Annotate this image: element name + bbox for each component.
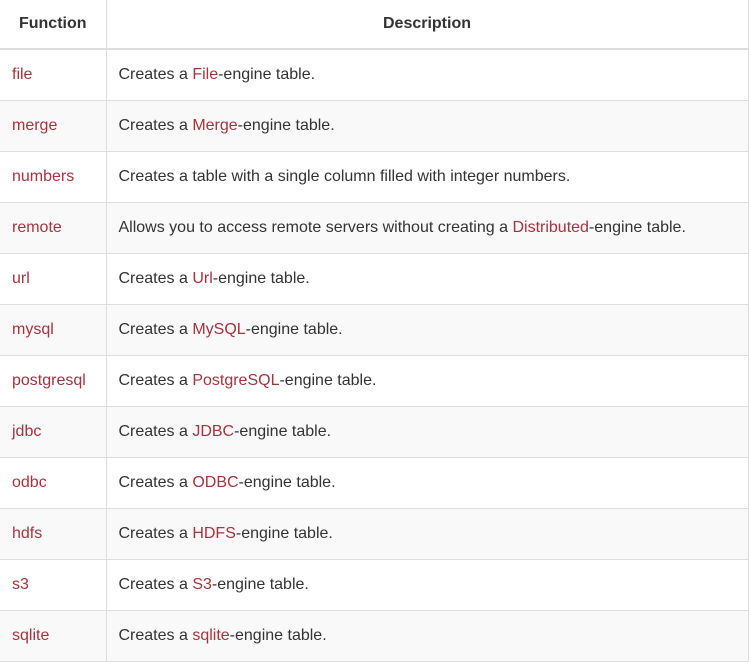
function-cell: mysql: [0, 304, 107, 356]
function-link[interactable]: merge: [12, 117, 57, 134]
function-link[interactable]: odbc: [12, 474, 47, 491]
description-text: Creates a: [118, 525, 193, 542]
engine-link[interactable]: S3: [192, 576, 212, 593]
function-link[interactable]: mysql: [12, 321, 54, 338]
description-suffix: -engine table.: [229, 627, 327, 644]
description-suffix: -engine table.: [211, 576, 309, 593]
description-text: Creates a: [118, 423, 193, 440]
function-cell: merge: [0, 100, 107, 152]
description-cell: Allows you to access remote servers with…: [105, 202, 749, 254]
function-cell: numbers: [0, 151, 107, 203]
table-row: sqlite Creates a sqlite-engine table.: [0, 610, 749, 662]
engine-link[interactable]: MySQL: [192, 321, 245, 338]
function-link[interactable]: postgresql: [12, 372, 86, 389]
description-cell: Creates a MySQL-engine table.: [105, 304, 749, 356]
function-cell: remote: [0, 202, 107, 254]
description-suffix: -engine table.: [235, 525, 333, 542]
engine-link[interactable]: File: [192, 66, 218, 83]
function-cell: sqlite: [0, 610, 107, 662]
description-suffix: -engine table.: [588, 219, 686, 236]
description-cell: Creates a table with a single column fil…: [105, 151, 749, 203]
function-link[interactable]: sqlite: [12, 627, 49, 644]
function-link[interactable]: jdbc: [12, 423, 41, 440]
function-cell: postgresql: [0, 355, 107, 407]
engine-link[interactable]: ODBC: [192, 474, 238, 491]
engine-link[interactable]: HDFS: [192, 525, 236, 542]
description-text: Creates a: [118, 270, 193, 287]
description-text: Creates a: [118, 627, 193, 644]
table-header-row: Function Description: [0, 0, 749, 50]
column-header-description: Description: [105, 0, 749, 50]
table-row: postgresql Creates a PostgreSQL-engine ta…: [0, 355, 749, 407]
description-cell: Creates a sqlite-engine table.: [105, 610, 749, 662]
function-link[interactable]: hdfs: [12, 525, 42, 542]
engine-link[interactable]: Url: [192, 270, 212, 287]
table-row: hdfs Creates a HDFS-engine table.: [0, 508, 749, 560]
description-suffix: -engine table.: [237, 117, 335, 134]
description-suffix: -engine table.: [234, 423, 332, 440]
description-cell: Creates a Url-engine table.: [105, 253, 749, 305]
function-link[interactable]: s3: [12, 576, 29, 593]
column-header-function: Function: [0, 0, 107, 50]
table-row: s3 Creates a S3-engine table.: [0, 559, 749, 611]
table-row: numbers Creates a table with a single col…: [0, 151, 749, 203]
description-text: Creates a: [118, 66, 193, 83]
function-link[interactable]: remote: [12, 219, 62, 236]
function-link[interactable]: numbers: [12, 168, 74, 185]
function-link[interactable]: url: [12, 270, 30, 287]
description-cell: Creates a S3-engine table.: [105, 559, 749, 611]
function-cell: url: [0, 253, 107, 305]
description-cell: Creates a Merge-engine table.: [105, 100, 749, 152]
table-row: url Creates a Url-engine table.: [0, 253, 749, 305]
description-suffix: -engine table.: [245, 321, 343, 338]
description-suffix: -engine table.: [238, 474, 336, 491]
description-suffix: -engine table.: [279, 372, 377, 389]
table-row: merge Creates a Merge-engine table.: [0, 100, 749, 152]
engine-link[interactable]: sqlite: [192, 627, 229, 644]
table-row: remote Allows you to access remote server…: [0, 202, 749, 254]
table-row: jdbc Creates a JDBC-engine table.: [0, 406, 749, 458]
description-text: Creates a: [118, 372, 193, 389]
description-text: Creates a: [118, 474, 193, 491]
table-row: mysql Creates a MySQL-engine table.: [0, 304, 749, 356]
function-cell: hdfs: [0, 508, 107, 560]
table-row: file Creates a File-engine table.: [0, 48, 749, 101]
engine-link[interactable]: JDBC: [192, 423, 234, 440]
description-cell: Creates a HDFS-engine table.: [105, 508, 749, 560]
description-text: Allows you to access remote servers with…: [118, 219, 513, 236]
description-text: Creates a: [118, 321, 193, 338]
engine-link[interactable]: Distributed: [512, 219, 588, 236]
description-cell: Creates a JDBC-engine table.: [105, 406, 749, 458]
function-cell: jdbc: [0, 406, 107, 458]
function-cell: s3: [0, 559, 107, 611]
description-cell: Creates a File-engine table.: [105, 48, 749, 101]
function-link[interactable]: file: [12, 66, 32, 83]
engine-link[interactable]: Merge: [192, 117, 237, 134]
function-cell: file: [0, 48, 107, 101]
table-row: odbc Creates a ODBC-engine table.: [0, 457, 749, 509]
description-text: Creates a table with a single column fil…: [118, 168, 571, 185]
description-suffix: -engine table.: [212, 270, 310, 287]
description-cell: Creates a PostgreSQL-engine table.: [105, 355, 749, 407]
description-suffix: -engine table.: [218, 66, 316, 83]
table-functions-table: Function Description file Creates a File-…: [0, 0, 749, 662]
description-text: Creates a: [118, 117, 193, 134]
engine-link[interactable]: PostgreSQL: [192, 372, 279, 389]
description-text: Creates a: [118, 576, 193, 593]
description-cell: Creates a ODBC-engine table.: [105, 457, 749, 509]
function-cell: odbc: [0, 457, 107, 509]
